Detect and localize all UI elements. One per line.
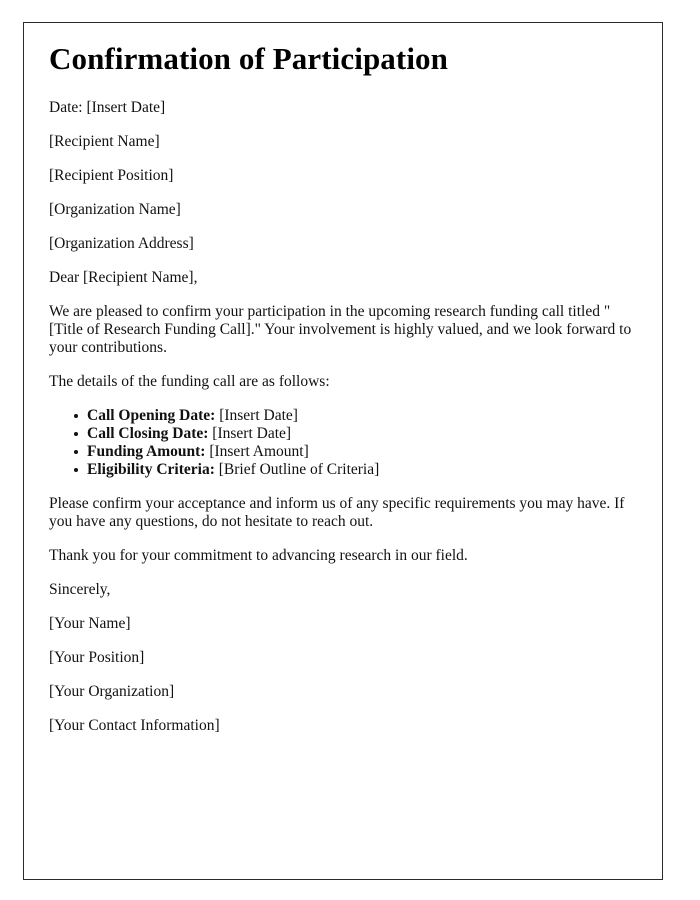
detail-value: [Insert Date] bbox=[219, 406, 298, 424]
signature-contact: [Your Contact Information] bbox=[49, 716, 220, 734]
closing-line: Sincerely, bbox=[49, 580, 111, 598]
detail-value: [Insert Date] bbox=[212, 424, 292, 442]
list-item: Funding Amount: [Insert Amount] bbox=[74, 442, 633, 461]
signature-organization: [Your Organization] bbox=[49, 682, 175, 700]
detail-label: Funding Amount: bbox=[87, 442, 206, 460]
recipient-organization: [Organization Name] bbox=[49, 200, 181, 218]
salutation: Dear [Recipient Name], bbox=[49, 268, 198, 286]
date-line: Date: [Insert Date] bbox=[49, 98, 166, 116]
details-intro: The details of the funding call are as f… bbox=[49, 372, 330, 390]
confirm-paragraph: Please confirm your acceptance and infor… bbox=[49, 494, 625, 530]
document-body: Confirmation of Participation Date: [Ins… bbox=[49, 41, 633, 735]
list-item: Call Opening Date: [Insert Date] bbox=[74, 406, 633, 425]
detail-value: [Brief Outline of Criteria] bbox=[218, 460, 380, 478]
detail-value: [Insert Amount] bbox=[209, 442, 309, 460]
intro-paragraph: We are pleased to confirm your participa… bbox=[49, 302, 632, 356]
document-page: Confirmation of Participation Date: [Ins… bbox=[23, 22, 663, 880]
funding-details-list: Call Opening Date: [Insert Date] Call Cl… bbox=[49, 407, 633, 479]
signature-name: [Your Name] bbox=[49, 614, 131, 632]
signature-position: [Your Position] bbox=[49, 648, 145, 666]
detail-label: Call Opening Date: bbox=[87, 406, 216, 424]
bullet-icon bbox=[74, 449, 78, 454]
detail-label: Call Closing Date: bbox=[87, 424, 209, 442]
bullet-icon bbox=[74, 467, 78, 472]
list-item: Call Closing Date: [Insert Date] bbox=[74, 424, 633, 443]
page-title: Confirmation of Participation bbox=[49, 41, 448, 76]
detail-label: Eligibility Criteria: bbox=[87, 460, 215, 478]
bullet-icon bbox=[74, 413, 78, 418]
bullet-icon bbox=[74, 431, 78, 436]
thanks-paragraph: Thank you for your commitment to advanci… bbox=[49, 546, 468, 564]
recipient-address: [Organization Address] bbox=[49, 234, 194, 252]
recipient-name: [Recipient Name] bbox=[49, 132, 160, 150]
recipient-position: [Recipient Position] bbox=[49, 166, 174, 184]
list-item: Eligibility Criteria: [Brief Outline of … bbox=[74, 460, 633, 479]
